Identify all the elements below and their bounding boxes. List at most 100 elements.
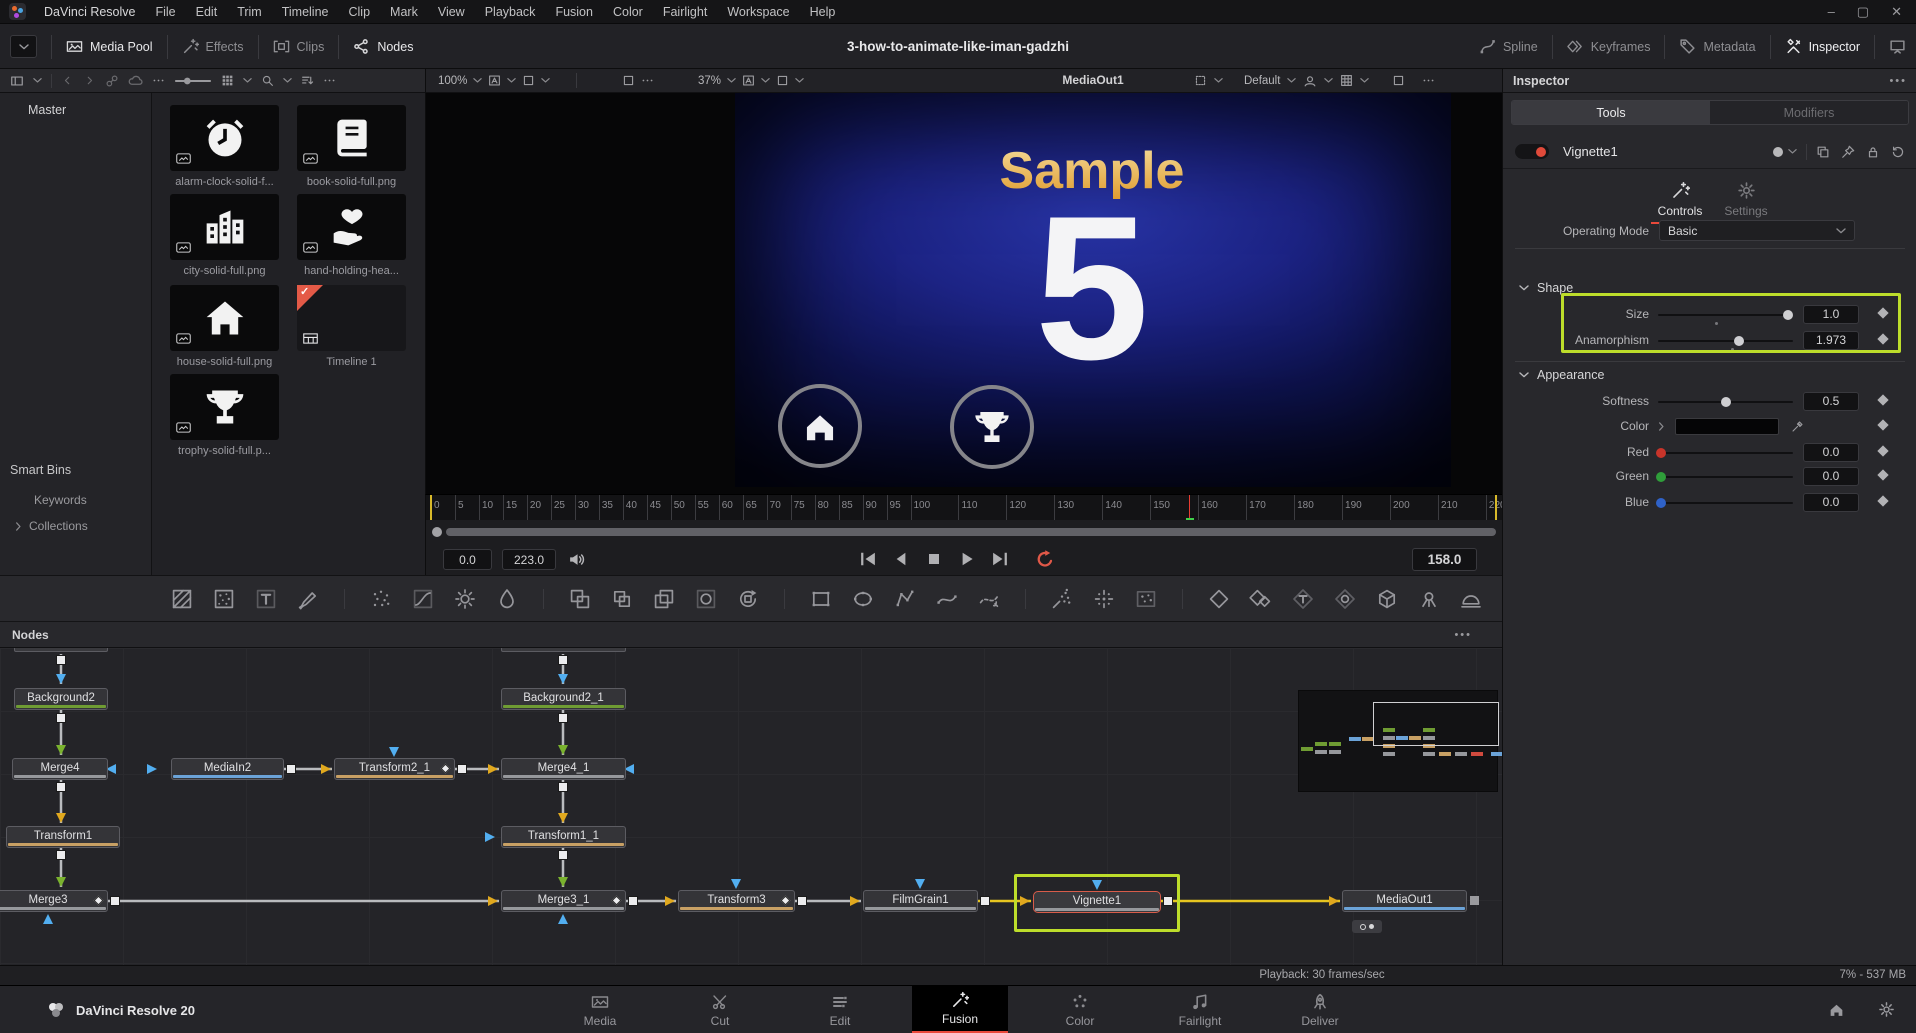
menu-item-clip[interactable]: Clip bbox=[339, 0, 381, 24]
link-icon[interactable] bbox=[105, 74, 119, 88]
range-end-field[interactable]: 223.0 bbox=[502, 549, 556, 570]
node-graph-minimap[interactable] bbox=[1298, 690, 1498, 792]
smart-bins-label[interactable]: Smart Bins bbox=[10, 463, 71, 477]
section-appearance[interactable]: Appearance bbox=[1519, 368, 1604, 382]
gridview-icon[interactable] bbox=[221, 74, 234, 87]
tool-color-curves-button[interactable] bbox=[411, 587, 435, 611]
tool-fastnoise-button[interactable] bbox=[212, 587, 236, 611]
color-expand-chevron-icon[interactable] bbox=[1657, 422, 1666, 431]
node-Transform2_1[interactable]: Transform2_1 bbox=[334, 758, 455, 780]
tool-renderer3d-button[interactable] bbox=[1459, 587, 1483, 611]
media-item-trophy[interactable] bbox=[170, 374, 279, 440]
lut-value[interactable]: Default bbox=[1244, 75, 1280, 87]
copy-icon[interactable] bbox=[1816, 145, 1830, 159]
keyframe-diamond-icon[interactable] bbox=[1877, 419, 1888, 430]
viewer-zoom-value[interactable]: 37% bbox=[698, 75, 721, 87]
menu-app-title[interactable]: DaVinci Resolve bbox=[34, 0, 145, 24]
page-tab-edit[interactable]: Edit bbox=[792, 986, 888, 1033]
toolbar-button-metadata[interactable]: Metadata bbox=[1679, 38, 1755, 55]
playhead[interactable] bbox=[1189, 495, 1191, 520]
tool-particle-fast-button[interactable] bbox=[1092, 587, 1116, 611]
param-slider-green[interactable] bbox=[1658, 476, 1793, 478]
page-tab-media[interactable]: Media bbox=[552, 986, 648, 1033]
chev-icon[interactable] bbox=[473, 76, 482, 85]
keyframe-diamond-icon[interactable] bbox=[1877, 445, 1888, 456]
window-minimize-icon[interactable]: – bbox=[1828, 4, 1835, 19]
param-value-red[interactable]: 0.0 bbox=[1803, 443, 1859, 462]
media-item-alarm-clock[interactable] bbox=[170, 105, 279, 171]
node-enable-toggle[interactable] bbox=[1515, 144, 1549, 159]
dotbox-icon[interactable] bbox=[1194, 74, 1207, 87]
node-Merge4[interactable]: Merge4 bbox=[12, 758, 108, 780]
gamut-icon[interactable] bbox=[1303, 74, 1317, 88]
bin-keywords[interactable]: Keywords bbox=[34, 493, 87, 507]
param-value-blue[interactable]: 0.0 bbox=[1803, 493, 1859, 512]
tool-particle-emitter-button[interactable] bbox=[1050, 587, 1074, 611]
inspector-options-icon[interactable]: ••• bbox=[1889, 75, 1907, 87]
menu-item-fusion[interactable]: Fusion bbox=[545, 0, 603, 24]
gridsq-icon[interactable] bbox=[1340, 74, 1353, 87]
dots-icon[interactable] bbox=[1422, 74, 1435, 87]
skip-to-end-button[interactable] bbox=[990, 549, 1010, 569]
slider-thumb[interactable] bbox=[1721, 397, 1731, 407]
toolbar-button-inspector[interactable]: Inspector bbox=[1785, 38, 1860, 55]
param-slider-softness[interactable] bbox=[1658, 401, 1793, 403]
node-Background2_1[interactable]: Background2_1 bbox=[501, 688, 626, 710]
media-item-timeline[interactable]: ✓ bbox=[297, 285, 406, 351]
chev-icon[interactable] bbox=[33, 76, 42, 85]
toolbar-button-nodes[interactable]: Nodes bbox=[353, 38, 413, 55]
eyedrop-icon[interactable] bbox=[1791, 420, 1804, 433]
tab-tools[interactable]: Tools bbox=[1512, 101, 1710, 124]
sqbox-icon[interactable] bbox=[622, 74, 635, 87]
chev-icon[interactable] bbox=[1287, 76, 1296, 85]
sqbox-icon[interactable] bbox=[776, 74, 789, 87]
media-item-city[interactable] bbox=[170, 194, 279, 260]
node-Merge3_1[interactable]: Merge3_1 bbox=[501, 890, 626, 912]
tool-text3d-button[interactable] bbox=[1291, 587, 1315, 611]
current-frame-field[interactable]: 158.0 bbox=[1412, 548, 1477, 571]
tool-wand-mask-button[interactable] bbox=[977, 587, 1001, 611]
page-tab-cut[interactable]: Cut bbox=[672, 986, 768, 1033]
media-item-hand-heart[interactable] bbox=[297, 194, 406, 260]
chev-icon[interactable] bbox=[761, 76, 770, 85]
tool-particle-render-button[interactable] bbox=[1134, 587, 1158, 611]
page-tab-deliver[interactable]: Deliver bbox=[1272, 986, 1368, 1033]
settings-gear-icon[interactable] bbox=[1878, 1001, 1895, 1018]
panel-toggle-button[interactable] bbox=[10, 35, 37, 58]
bin-collections[interactable]: Collections bbox=[29, 519, 88, 533]
speaker-icon[interactable] bbox=[568, 551, 585, 568]
project-home-icon[interactable] bbox=[1828, 1001, 1845, 1018]
nodes-options-icon[interactable]: ••• bbox=[1454, 629, 1472, 641]
sqbox-icon[interactable] bbox=[1392, 74, 1405, 87]
param-slider-red[interactable] bbox=[1658, 452, 1793, 454]
subtab-settings[interactable]: Settings bbox=[1717, 181, 1775, 218]
keyframe-diamond-icon[interactable] bbox=[1877, 495, 1888, 506]
toolbar-button-spline[interactable]: Spline bbox=[1479, 38, 1538, 55]
tool-paint-button[interactable] bbox=[296, 587, 320, 611]
tool-image-plane3d-button[interactable] bbox=[1333, 587, 1357, 611]
viewer-canvas[interactable]: Sample 5 bbox=[735, 93, 1451, 487]
node-MediaIn2[interactable]: MediaIn2 bbox=[171, 758, 284, 780]
step-back-button[interactable] bbox=[891, 549, 911, 569]
tool-text-plus-button[interactable] bbox=[254, 587, 278, 611]
slider-thumb[interactable] bbox=[1656, 448, 1666, 458]
history-icon[interactable] bbox=[1891, 145, 1905, 159]
fwd-icon[interactable] bbox=[83, 74, 96, 87]
collections-chevron-icon[interactable] bbox=[14, 522, 23, 531]
keyframe-diamond-icon[interactable] bbox=[1877, 469, 1888, 480]
tool-transform-button[interactable] bbox=[736, 587, 760, 611]
back-icon[interactable] bbox=[61, 74, 74, 87]
menu-item-fairlight[interactable]: Fairlight bbox=[653, 0, 717, 24]
node-Vignette1[interactable]: Vignette1 bbox=[1033, 891, 1161, 913]
node-MediaOut1[interactable]: MediaOut1 bbox=[1342, 890, 1467, 912]
toolbar-button-media-pool[interactable]: Media Pool bbox=[66, 38, 153, 55]
param-slider-blue[interactable] bbox=[1658, 502, 1793, 504]
menu-item-workspace[interactable]: Workspace bbox=[717, 0, 799, 24]
tool-cube3d-button[interactable] bbox=[1375, 587, 1399, 611]
panel-icon[interactable] bbox=[10, 74, 24, 88]
stop-button[interactable] bbox=[924, 549, 944, 569]
pin-icon[interactable] bbox=[1841, 145, 1855, 159]
node-Transform1[interactable]: Transform1 bbox=[6, 826, 120, 848]
dots-icon[interactable] bbox=[641, 74, 654, 87]
tool-brightness-button[interactable] bbox=[453, 587, 477, 611]
